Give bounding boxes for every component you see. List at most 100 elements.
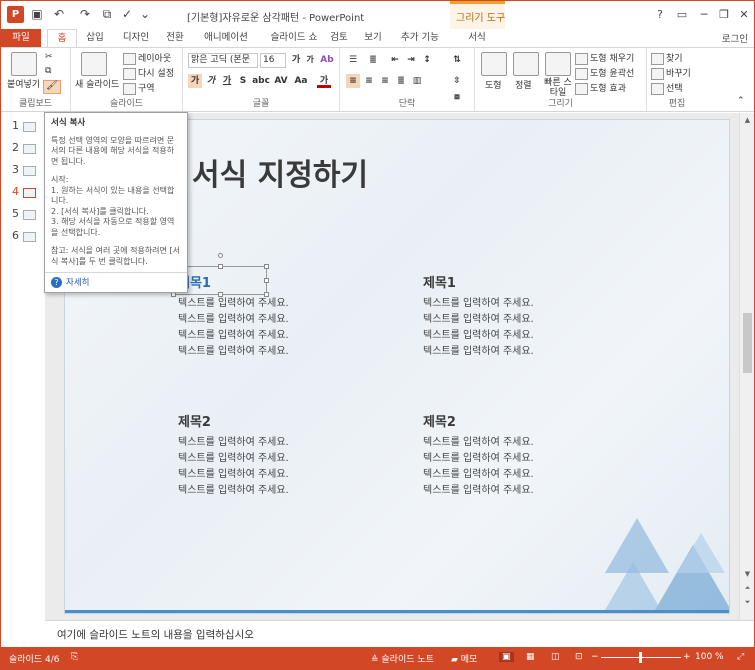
login-link[interactable]: 로그인 [722,31,748,45]
align-left-icon[interactable]: ≡ [346,74,360,88]
find-button[interactable]: 찾기 [651,51,683,65]
zoom-out-icon[interactable]: − [591,652,599,662]
tab-insert[interactable]: 삽입 [81,29,109,47]
tooltip-more-link[interactable]: ? 자세히 [45,272,187,292]
resize-handle[interactable] [264,278,269,283]
vertical-scrollbar[interactable]: ▲ ▼ ⏶ ⏷ [739,113,754,620]
tab-addins[interactable]: 추가 기능 [397,29,443,47]
slide-thumbnail[interactable] [23,122,36,132]
collapse-ribbon-icon[interactable]: ⌃ [737,96,745,106]
slideshow-icon[interactable]: ⊡ [575,652,583,662]
arrange-icon[interactable] [513,52,539,76]
scroll-down-icon[interactable]: ▼ [742,569,753,580]
tab-format[interactable]: 서식 [463,29,491,47]
tab-transitions[interactable]: 전환 [161,29,189,47]
previous-slide-icon[interactable]: ⏶ [742,583,753,594]
increase-indent-icon[interactable]: ⇥ [404,53,418,67]
tab-review[interactable]: 검토 [327,29,351,47]
shape-effects-button[interactable]: 도형 효과 [575,81,626,95]
zoom-slider-knob[interactable] [639,652,642,663]
block-line[interactable]: 텍스트를 입력하여 주세요. [178,312,289,328]
grow-font-button[interactable]: 가 [289,53,303,67]
decrease-indent-icon[interactable]: ⇤ [388,53,402,67]
font-size-combo[interactable]: 16 [260,53,286,68]
tab-view[interactable]: 보기 [361,29,385,47]
clear-format-button[interactable]: Ab [320,53,334,67]
tab-slideshow[interactable]: 슬라이드 쇼 [263,29,325,47]
redo-icon[interactable]: ↷ [77,6,93,22]
arrange-button[interactable]: 정렬 [515,78,532,91]
slide-thumbnail-active[interactable] [23,188,36,198]
tab-design[interactable]: 디자인 [119,29,153,47]
block-line[interactable]: 텍스트를 입력하여 주세요. [178,296,289,312]
block-heading[interactable]: 제목2 [423,411,456,430]
block-line[interactable]: 텍스트를 입력하여 주세요. [423,467,534,483]
block-line[interactable]: 텍스트를 입력하여 주세요. [423,483,534,499]
paste-button[interactable]: 붙여넣기 [7,77,40,90]
comments-toggle[interactable]: ▰ 메모 [451,652,477,665]
slide-title[interactable]: 서식 지정하기 [192,150,368,194]
font-color-button[interactable]: 가 [317,74,331,88]
help-button[interactable]: ? [649,7,671,23]
block-line[interactable]: 텍스트를 입력하여 주세요. [178,483,289,499]
save-icon[interactable]: ▣ [29,6,45,22]
shape-fill-button[interactable]: 도형 채우기 [575,51,634,65]
block-line[interactable]: 텍스트를 입력하여 주세요. [423,451,534,467]
notes-toggle[interactable]: ≙ 슬라이드 노트 [371,652,434,665]
font-name-combo[interactable]: 맑은 고딕 (본문 [188,53,258,68]
resize-handle[interactable] [264,264,269,269]
block-line[interactable]: 텍스트를 입력하여 주세요. [423,328,534,344]
reading-view-icon[interactable]: ◫ [551,652,560,662]
align-right-icon[interactable]: ≡ [378,74,392,88]
text-direction-icon[interactable]: ⇅ [450,53,464,67]
spell-check-icon[interactable]: ⎘ [71,652,78,662]
bullets-icon[interactable]: ☰ [346,53,360,67]
paste-icon[interactable] [11,52,37,76]
spelling-icon[interactable]: ✓ [119,6,135,22]
cut-icon[interactable]: ✂ [45,52,53,62]
char-spacing-button[interactable]: AV [273,74,289,88]
fit-to-window-icon[interactable]: ⤢ [737,652,744,662]
from-beginning-icon[interactable]: ⧉ [99,6,115,22]
justify-icon[interactable]: ≣ [394,74,408,88]
copy-icon[interactable]: ⧉ [45,66,51,76]
close-icon[interactable]: ✕ [733,7,754,23]
strikethrough-button[interactable]: S [236,74,250,88]
block-line[interactable]: 텍스트를 입력하여 주세요. [423,435,534,451]
slide-thumbnail[interactable] [23,232,36,242]
slide-sorter-icon[interactable]: ▦ [526,652,535,662]
select-button[interactable]: 선택 [651,81,683,95]
tab-animations[interactable]: 애니메이션 [197,29,255,47]
layout-button[interactable]: 레이아웃 [123,51,171,65]
quick-styles-icon[interactable] [545,52,571,76]
restore-icon[interactable]: ❐ [713,7,735,23]
block-line[interactable]: 텍스트를 입력하여 주세요. [178,344,289,360]
block-line[interactable]: 텍스트를 입력하여 주세요. [423,296,534,312]
next-slide-icon[interactable]: ⏷ [742,597,753,608]
tab-home[interactable]: 홈 [47,29,77,48]
block-line[interactable]: 텍스트를 입력하여 주세요. [423,344,534,360]
resize-handle[interactable] [218,264,223,269]
shape-outline-button[interactable]: 도형 윤곽선 [575,66,634,80]
customize-qat-icon[interactable]: ⌄ [137,6,153,22]
italic-button[interactable]: 가 [204,74,218,88]
shadow-button[interactable]: abc [252,74,270,88]
ribbon-display-icon[interactable]: ▭ [671,7,693,23]
change-case-button[interactable]: Aa [293,74,309,88]
block-heading[interactable]: 제목1 [423,272,456,291]
align-text-icon[interactable]: ⇳ [450,74,464,88]
block-line[interactable]: 텍스트를 입력하여 주세요. [178,451,289,467]
block-heading[interactable]: 제목2 [178,411,211,430]
block-line[interactable]: 텍스트를 입력하여 주세요. [178,328,289,344]
zoom-level[interactable]: 100 % [695,652,724,662]
block-line[interactable]: 텍스트를 입력하여 주세요. [178,435,289,451]
rotate-handle[interactable] [218,253,223,258]
bold-button[interactable]: 가 [188,74,202,88]
notes-pane[interactable]: 여기에 슬라이드 노트의 내용을 입력하십시오 [45,620,754,647]
new-slide-icon[interactable] [81,52,107,76]
shapes-icon[interactable] [481,52,507,76]
scrollbar-thumb[interactable] [743,313,752,373]
align-center-icon[interactable]: ≡ [362,74,376,88]
format-painter-icon[interactable]: 🖌 [43,80,61,94]
line-spacing-icon[interactable]: ↕ [420,53,434,67]
